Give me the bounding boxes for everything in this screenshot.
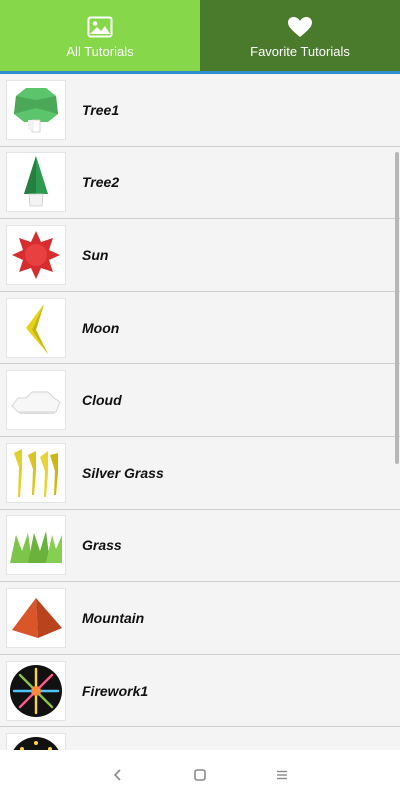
list-item-label: Tree1 [82,101,120,118]
heart-icon [288,16,312,37]
back-icon[interactable] [107,764,129,786]
list-item-firework1[interactable]: Firework1 [0,654,400,728]
list-item-label: Firework1 [82,682,149,699]
list-scrollbar[interactable] [395,152,399,464]
tree-cone-icon [6,152,66,213]
list-item-label: Grass [82,537,122,554]
list-item-label: Mountain [82,609,145,626]
list-item-tree1[interactable]: Tree1 [0,74,400,147]
list-item-label: Cloud [82,392,122,409]
tab-favorite-tutorials[interactable]: Favorite Tutorials [200,0,400,74]
tree-round-icon [6,79,66,140]
image-icon [87,16,113,37]
tab-all-tutorials-label: All Tutorials [66,43,134,59]
list-item-cloud[interactable]: Cloud [0,364,400,437]
grass-icon [6,515,66,576]
mountain-icon [6,587,66,648]
list-item-mountain[interactable]: Mountain [0,582,400,655]
firework-icon [6,660,66,721]
list-item-sun[interactable]: Sun [0,219,400,292]
system-navigation-bar [0,750,400,800]
list-item-label: Silver Grass [82,464,164,481]
menu-icon[interactable] [271,764,293,786]
cloud-icon [6,370,66,431]
list-item-tree2[interactable]: Tree2 [0,146,400,220]
list-item-silver-grass[interactable]: Silver Grass [0,436,400,510]
moon-icon [6,297,66,358]
home-icon[interactable] [189,764,211,786]
list-item-label: Tree2 [82,174,120,191]
tab-bar: All Tutorials Favorite Tutorials [0,0,400,74]
list-item-partial[interactable] [0,727,400,750]
list-item-moon[interactable]: Moon [0,291,400,365]
list-item-label: Sun [82,246,109,263]
list-item-label: Moon [82,319,120,336]
tab-all-tutorials[interactable]: All Tutorials [0,0,200,74]
tutorial-list[interactable]: Tree1 Tree2 Sun Moon Cloud Silver Grass … [0,74,400,750]
sun-icon [6,224,66,285]
tab-favorite-tutorials-label: Favorite Tutorials [250,43,350,59]
list-item-grass[interactable]: Grass [0,509,400,583]
silver-grass-icon [6,442,66,503]
firework-icon [6,733,66,750]
